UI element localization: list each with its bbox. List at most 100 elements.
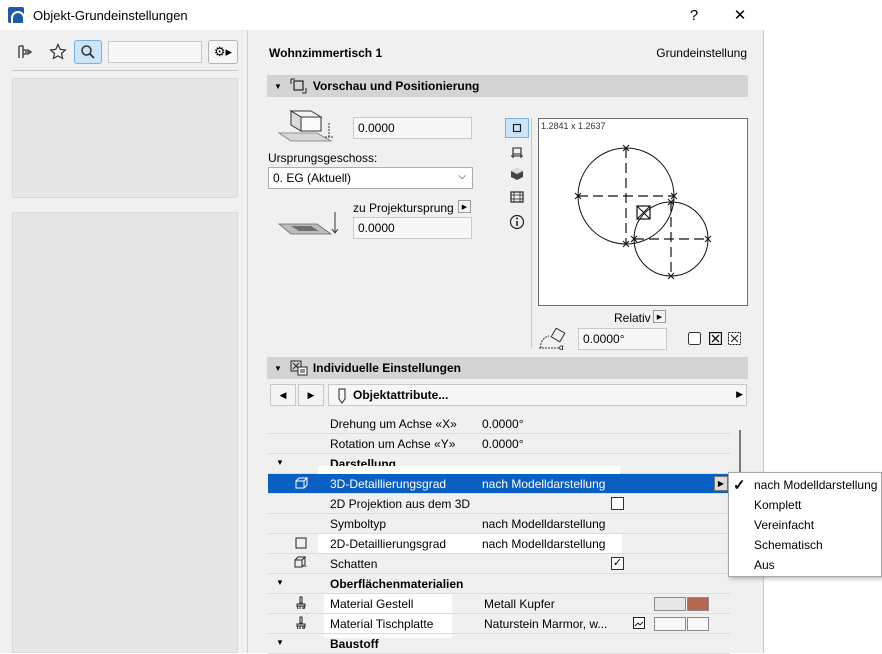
expand-arrow-icon: ▶ [736,389,743,399]
paint-brush-icon [294,616,308,630]
chevron-down-icon: ⌵ [458,171,466,182]
view-toolbar-divider [531,118,532,348]
story-label: Ursprungsgeschoss: [268,151,378,165]
3d-view-icon[interactable] [505,164,529,184]
collapse-triangle-icon[interactable]: ▼ [276,638,284,647]
dropdown-option[interactable]: Vereinfacht [729,515,881,535]
dropdown-arrow-icon[interactable]: ▶ [714,476,728,491]
relative-menu-arrow-icon[interactable]: ▶ [653,310,666,323]
project-origin-label: zu Projektursprung [353,201,454,215]
property-name: Material Tischplatte [330,617,434,631]
story-select-value: 0. EG (Aktuell) [273,171,352,185]
group-row-baustoff[interactable]: ▼ Baustoff [268,634,730,654]
search-icon[interactable] [74,40,102,64]
preview-section-header[interactable]: ▼ Vorschau und Positionierung [267,75,748,97]
gear-icon[interactable]: ⚙▸ [208,40,238,64]
property-name: Rotation um Achse «Y» [330,437,456,451]
object-name: Wohnzimmertisch 1 [269,46,383,60]
table-plan-symbol [574,144,712,280]
table-row[interactable]: Schatten ✓ [268,554,730,574]
angle-input[interactable]: 0.0000° [578,328,667,350]
picture-icon[interactable] [633,617,645,632]
star-icon[interactable] [44,40,72,64]
preview-section-title: Vorschau und Positionierung [312,79,480,93]
property-value[interactable]: nach Modelldarstellung [482,477,605,491]
collapse-triangle-icon[interactable]: ▼ [276,458,284,467]
origin-elevation-icon [277,210,341,245]
table-row[interactable]: Rotation um Achse «Y» 0.0000° [268,434,730,454]
shadow-checkbox[interactable]: ✓ [611,557,624,570]
table-row[interactable]: 2D Projektion aus dem 3D [268,494,730,514]
divider [12,70,238,71]
plan-view-button[interactable] [505,118,529,138]
table-row[interactable]: Material Tischplatte Naturstein Marmor, … [268,614,730,634]
relative-label: Relativ [614,311,651,325]
property-name: Drehung um Achse «X» [330,417,457,431]
info-icon[interactable] [505,212,529,232]
table-row[interactable]: Symboltyp nach Modelldarstellung [268,514,730,534]
property-name: 2D-Detaillierungsgrad [330,537,447,551]
object-preview: 1.2841 x 1.2637 [538,118,748,306]
search-input[interactable] [108,41,202,63]
favorites-list[interactable] [12,78,238,198]
mirror-off-checkbox[interactable] [688,332,701,348]
story-select[interactable]: 0. EG (Aktuell) ⌵ [268,167,473,189]
material-swatch[interactable] [654,597,686,611]
settings-section-icon [290,360,308,376]
group-row-oberflaechenmaterialien[interactable]: ▼ Oberflächenmaterialien [268,574,730,594]
copper-material-swatch[interactable] [687,597,709,611]
object-attributes-dropdown[interactable]: Objektattribute... ▶ [328,384,747,406]
group-name: Baustoff [330,637,379,651]
collapse-triangle-icon: ▼ [274,81,282,91]
origin-menu-arrow-icon[interactable]: ▶ [458,200,471,213]
option-label: nach Modelldarstellung [754,478,878,492]
origin-elevation-input[interactable]: 0.0000 [353,217,472,239]
dropdown-option[interactable]: Komplett [729,495,881,515]
material-swatch[interactable] [654,617,686,631]
group-name: Oberflächenmaterialien [330,577,464,591]
favorites-preview [12,212,238,653]
material-swatch[interactable] [687,617,709,631]
next-button[interactable]: ▶ [298,384,324,406]
property-name: Material Gestell [330,597,414,611]
property-name: Symboltyp [330,517,387,531]
property-value[interactable]: Metall Kupfer [484,597,555,611]
svg-text:α: α [559,343,564,352]
elevation-icon [277,107,341,150]
property-value[interactable]: 0.0000° [482,417,524,431]
dropdown-option[interactable]: ✓ nach Modelldarstellung [729,475,881,495]
property-value[interactable]: 0.0000° [482,437,524,451]
property-value[interactable]: nach Modelldarstellung [482,537,605,551]
option-label: Aus [754,558,775,572]
collapse-triangle-icon[interactable]: ▼ [276,578,284,587]
table-row[interactable]: 2D-Detaillierungsgrad nach Modelldarstel… [268,534,730,554]
mirror-x-icon[interactable] [708,331,723,348]
close-button[interactable]: ✕ [718,0,762,30]
projection-checkbox[interactable] [611,497,624,510]
side-view-icon[interactable] [505,143,529,163]
table-row-selected[interactable]: 3D-Detaillierungsgrad nach Modelldarstel… [268,474,730,494]
film-strip-icon[interactable] [505,187,529,207]
previous-button[interactable]: ◀ [270,384,296,406]
object-tree-icon[interactable] [12,40,40,64]
2d-square-icon [294,536,308,550]
table-row[interactable]: Material Gestell Metall Kupfer [268,594,730,614]
elevation-input[interactable]: 0.0000 [353,117,472,139]
help-button[interactable]: ? [672,0,716,30]
property-name: Schatten [330,557,378,571]
title-bar: Objekt-Grundeinstellungen ? ✕ [0,0,764,30]
property-value[interactable]: nach Modelldarstellung [482,517,605,531]
object-attributes-label: Objektattribute... [353,388,449,402]
favorites-panel: ⚙▸ [0,30,248,653]
option-label: Schematisch [754,538,823,552]
window-title: Objekt-Grundeinstellungen [33,7,188,23]
dropdown-option[interactable]: Schematisch [729,535,881,555]
pencil-icon [337,388,347,407]
mirror-dashed-icon[interactable] [728,332,741,348]
settings-section-header[interactable]: ▼ Individuelle Einstellungen [267,357,748,379]
table-row[interactable]: Drehung um Achse «X» 0.0000° [268,414,730,434]
properties-table: Drehung um Achse «X» 0.0000° Rotation um… [268,414,730,654]
property-value[interactable]: Naturstein Marmor, w... [484,617,607,631]
dropdown-option[interactable]: Aus [729,555,881,575]
checkmark-icon: ✓ [733,477,746,494]
